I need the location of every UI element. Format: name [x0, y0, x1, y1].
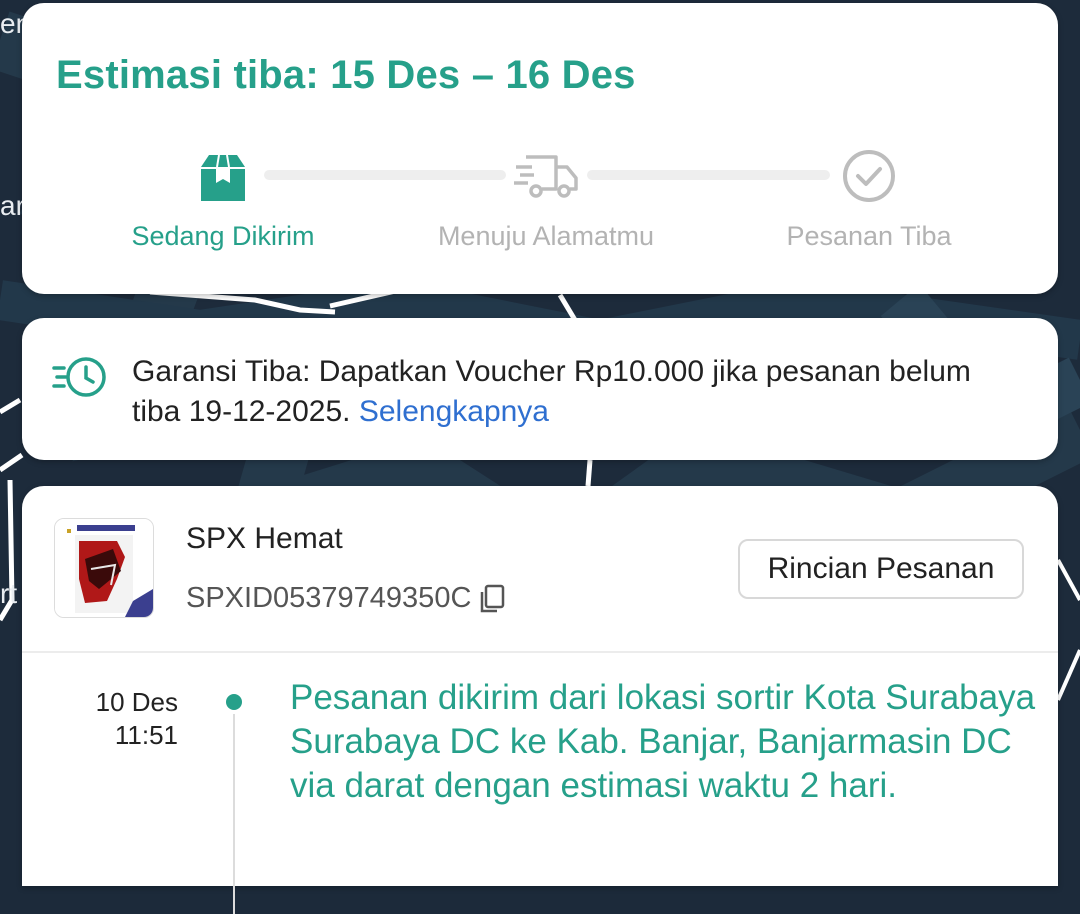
- guarantee-message: Garansi Tiba: Dapatkan Voucher Rp10.000 …: [132, 355, 971, 428]
- tracking-number-row: SPXID05379749350C: [186, 582, 505, 615]
- eta-card: Estimasi tiba: 15 Des – 16 Des Sedang Di…: [22, 3, 1058, 294]
- order-card: SPX Hemat SPXID05379749350C Rincian Pesa…: [22, 486, 1058, 914]
- timeline-event-text: Pesanan dikirim dari lokasi sortir Kota …: [290, 678, 1036, 805]
- timeline-timestamp: 10 Des 11:51: [82, 686, 178, 752]
- progress-bar-1: [264, 170, 506, 180]
- eta-title: Estimasi tiba: 15 Des – 16 Des: [56, 53, 636, 97]
- map-label: rt: [0, 578, 18, 609]
- learn-more-link[interactable]: Selengkapnya: [359, 395, 549, 428]
- step-label-arrived: Pesanan Tiba: [786, 221, 952, 251]
- step-label-shipping: Sedang Dikirim: [131, 221, 315, 251]
- guarantee-text: Garansi Tiba: Dapatkan Voucher Rp10.000 …: [132, 352, 1012, 432]
- tracking-number: SPXID05379749350C: [186, 582, 472, 614]
- package-icon: [201, 154, 245, 201]
- progress-bar-2: [587, 170, 830, 180]
- divider: [22, 651, 1058, 653]
- courier-name: SPX Hemat: [186, 522, 343, 555]
- book-cover-image: [55, 519, 153, 617]
- guarantee-card[interactable]: Garansi Tiba: Dapatkan Voucher Rp10.000 …: [22, 318, 1058, 460]
- check-circle-icon: [843, 150, 895, 202]
- truck-icon: [514, 155, 578, 198]
- timeline-dot: [226, 694, 242, 710]
- step-label-en-route: Menuju Alamatmu: [437, 221, 655, 251]
- timeline-line: [233, 714, 235, 914]
- product-thumbnail[interactable]: [54, 518, 154, 618]
- timeline-date: 10 Des: [95, 687, 178, 717]
- order-details-button[interactable]: Rincian Pesanan: [738, 539, 1024, 599]
- copy-icon[interactable]: [479, 584, 505, 614]
- timeline-time: 11:51: [114, 720, 178, 750]
- fast-clock-icon: [52, 357, 106, 397]
